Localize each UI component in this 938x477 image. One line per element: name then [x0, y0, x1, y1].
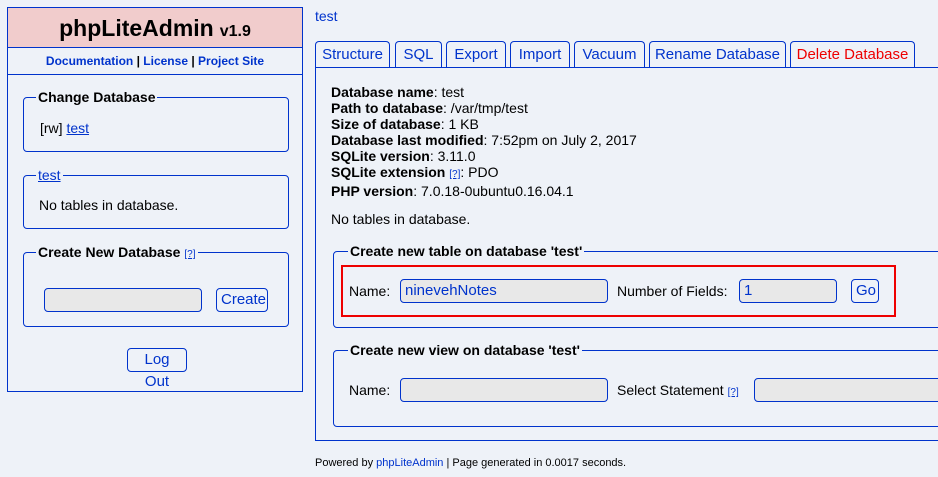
select-statement-help-link[interactable]: [?]: [728, 387, 739, 398]
info-value: : /var/tmp/test: [443, 100, 528, 116]
breadcrumb-database-link[interactable]: test: [315, 8, 338, 24]
footer-phpliteadmin-link[interactable]: phpLiteAdmin: [376, 457, 443, 469]
new-database-input[interactable]: [44, 288, 202, 312]
tab-vacuum[interactable]: Vacuum: [574, 41, 645, 68]
tab-export[interactable]: Export: [446, 41, 506, 68]
number-of-fields-label: Number of Fields:: [617, 283, 728, 299]
create-database-legend: Create New Database [?]: [36, 244, 198, 263]
create-database-help-link[interactable]: [?]: [184, 249, 195, 260]
structure-panel: Database name: test Path to database: /v…: [315, 67, 938, 441]
info-label: PHP version: [331, 183, 414, 199]
info-value: : 3.11.0: [429, 148, 476, 164]
table-name-input[interactable]: ninevehNotes: [400, 279, 608, 303]
create-view-fieldset: Create new view on database 'test' Name:…: [333, 342, 938, 427]
info-row-sqlite-extension: SQLite extension [?]: PDO: [331, 164, 637, 183]
info-row-sqlite-version: SQLite version: 3.11.0: [331, 148, 637, 164]
info-label: Path to database: [331, 100, 444, 116]
project-site-link[interactable]: Project Site: [198, 54, 264, 68]
change-database-legend: Change Database: [36, 89, 158, 105]
info-value: : test: [433, 84, 465, 100]
number-of-fields-input[interactable]: 1: [739, 279, 837, 303]
documentation-link[interactable]: Documentation: [46, 54, 133, 68]
view-name-input[interactable]: [400, 378, 608, 402]
license-link[interactable]: License: [143, 54, 188, 68]
footer-suffix: | Page generated in 0.0017 seconds.: [446, 457, 627, 469]
sidebar: phpLiteAdmin v1.9 Documentation | License…: [7, 7, 303, 392]
no-tables-message: No tables in database.: [331, 211, 471, 227]
select-statement-input[interactable]: [754, 378, 938, 402]
create-table-legend: Create new table on database 'test': [348, 243, 585, 259]
database-mode: [rw]: [40, 120, 63, 136]
info-label: SQLite version: [331, 148, 430, 164]
go-button[interactable]: Go: [851, 279, 879, 303]
tab-structure[interactable]: Structure: [315, 41, 390, 69]
footer: Powered by phpLiteAdmin | Page generated…: [315, 457, 626, 469]
link-separator: |: [191, 54, 195, 68]
app-name: phpLiteAdmin: [59, 15, 214, 41]
create-database-title: Create New Database: [38, 244, 181, 260]
info-label: Size of database: [331, 116, 441, 132]
change-database-box: Change Database [rw] test: [23, 89, 289, 152]
info-value: : 7.0.18-0ubuntu0.16.04.1: [413, 183, 574, 199]
create-database-button[interactable]: Create: [216, 288, 268, 312]
info-label: Database last modified: [331, 132, 484, 148]
tab-delete-database[interactable]: Delete Database: [790, 41, 915, 68]
info-value: : 7:52pm on July 2, 2017: [483, 132, 637, 148]
app-header: phpLiteAdmin v1.9: [8, 8, 302, 48]
select-statement-text: Select Statement: [617, 382, 724, 398]
highlight-box: Name: ninevehNotes Number of Fields: 1 G…: [341, 265, 896, 317]
app-version: v1.9: [219, 23, 251, 40]
info-value: : 1 KB: [440, 116, 479, 132]
change-database-content: [rw] test: [40, 120, 89, 136]
info-label: SQLite extension: [331, 164, 446, 180]
info-label: Database name: [331, 84, 434, 100]
info-row-php-version: PHP version: 7.0.18-0ubuntu0.16.04.1: [331, 183, 637, 199]
sqlite-extension-help-link[interactable]: [?]: [449, 169, 460, 180]
info-row-name: Database name: test: [331, 84, 637, 100]
info-row-modified: Database last modified: 7:52pm on July 2…: [331, 132, 637, 148]
select-statement-label: Select Statement [?]: [617, 382, 739, 398]
info-value: : PDO: [460, 164, 499, 180]
info-row-path: Path to database: /var/tmp/test: [331, 100, 637, 116]
breadcrumb: test: [315, 8, 338, 24]
tab-import[interactable]: Import: [510, 41, 570, 68]
tab-rename-database[interactable]: Rename Database: [649, 41, 786, 68]
link-separator: |: [136, 54, 140, 68]
footer-prefix: Powered by: [315, 457, 374, 469]
no-tables-message: No tables in database.: [39, 197, 179, 213]
create-database-box: Create New Database [?] Create: [23, 244, 289, 327]
logout-button[interactable]: Log Out: [127, 348, 187, 390]
info-row-size: Size of database: 1 KB: [331, 116, 637, 132]
table-name-label: Name:: [349, 283, 391, 299]
current-database-link[interactable]: test: [38, 167, 61, 183]
database-info: Database name: test Path to database: /v…: [331, 84, 637, 199]
tab-sql[interactable]: SQL: [395, 41, 442, 68]
current-database-legend: test: [36, 167, 63, 183]
current-database-box: test No tables in database.: [23, 167, 289, 229]
view-name-label: Name:: [349, 382, 391, 398]
database-link-test[interactable]: test: [66, 120, 89, 136]
create-view-legend: Create new view on database 'test': [348, 342, 582, 358]
header-links: Documentation | License | Project Site: [8, 48, 302, 75]
create-table-fieldset: Create new table on database 'test' Name…: [333, 243, 938, 328]
